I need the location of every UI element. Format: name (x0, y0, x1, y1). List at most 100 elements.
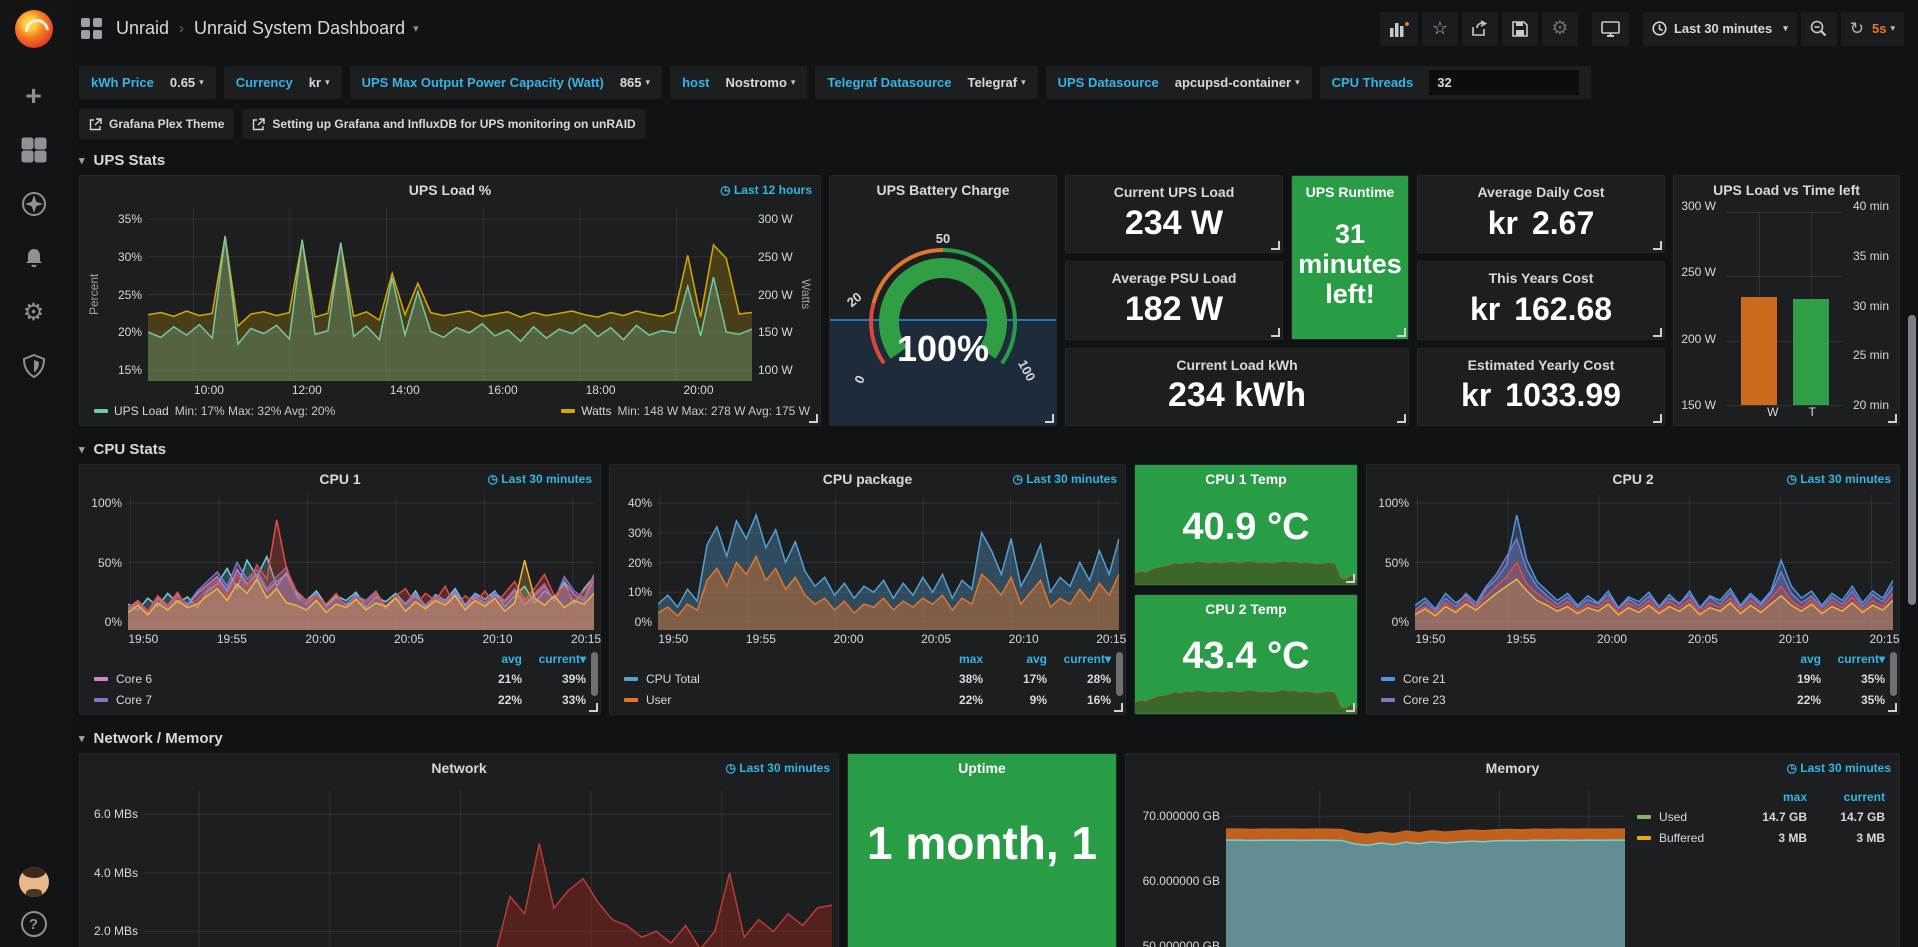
alerting-bell-icon[interactable] (14, 238, 54, 278)
panel-title[interactable]: UPS Runtime (1306, 184, 1395, 200)
time-range-picker[interactable]: Last 30 minutes ▾ (1643, 12, 1797, 46)
variable-value[interactable]: kr (309, 75, 321, 90)
link-grafana-influxdb-ups[interactable]: Setting up Grafana and InfluxDB for UPS … (242, 109, 645, 139)
panel-estimated-yearly-cost[interactable]: Estimated Yearly Cost kr1033.99 (1417, 348, 1665, 426)
panel-ups-runtime[interactable]: UPS Runtime 31 minutes left! (1291, 175, 1409, 340)
section-cpu-stats[interactable]: ▾ CPU Stats (79, 434, 1900, 464)
bar-t[interactable] (1793, 299, 1829, 405)
bar-w[interactable] (1741, 297, 1777, 405)
section-network-memory[interactable]: ▾ Network / Memory (79, 723, 1900, 753)
panel-current-load-kwh[interactable]: Current Load kWh 234 kWh (1065, 348, 1409, 426)
panel-title[interactable]: UPS Load vs Time left (1713, 182, 1860, 198)
variable-currency[interactable]: Currency kr ▾ (224, 66, 342, 99)
legend-label[interactable]: CPU Total (624, 672, 919, 686)
panel-title[interactable]: CPU 2 (1612, 471, 1653, 487)
memory-chart[interactable] (1226, 790, 1625, 947)
network-chart[interactable] (144, 790, 832, 947)
variable-value[interactable]: apcupsd-container (1175, 75, 1291, 90)
legend-column-header[interactable]: max (919, 652, 983, 666)
panel-title[interactable]: UPS Load % (409, 182, 491, 198)
legend-label[interactable]: User (624, 693, 919, 707)
legend-label[interactable]: Core 6 (94, 672, 458, 686)
panel-title[interactable]: Memory (1486, 760, 1540, 776)
panel-average-psu-load[interactable]: Average PSU Load 182 W (1065, 261, 1283, 339)
breadcrumb-folder[interactable]: Unraid (116, 18, 169, 39)
variable-value[interactable]: 0.65 (170, 75, 195, 90)
link-grafana-plex-theme[interactable]: Grafana Plex Theme (79, 109, 234, 139)
variable-value[interactable]: 865 (620, 75, 642, 90)
legend-scrollbar[interactable] (1116, 652, 1123, 696)
apps-grid-icon[interactable] (81, 18, 102, 39)
grafana-logo-icon[interactable] (15, 10, 53, 48)
settings-gear-button[interactable]: ⚙ (1542, 12, 1578, 46)
legend-label[interactable]: Core 21 (1381, 672, 1757, 686)
cpu2-chart[interactable] (1415, 495, 1893, 630)
panel-title[interactable]: CPU 1 (319, 471, 360, 487)
panel-this-years-cost[interactable]: This Years Cost kr162.68 (1417, 261, 1665, 339)
dashboards-icon[interactable] (14, 130, 54, 170)
create-plus-icon[interactable]: + (14, 76, 54, 116)
cpu1-chart[interactable] (128, 495, 594, 630)
legend-label[interactable]: UPS Load (114, 404, 169, 418)
ups-load-chart[interactable] (148, 208, 752, 381)
server-admin-shield-icon[interactable] (14, 346, 54, 386)
legend-label[interactable]: Used (1637, 810, 1729, 824)
variable-telegraf-datasource[interactable]: Telegraf Datasource Telegraf ▾ (815, 66, 1037, 99)
panel-time-override[interactable]: ◷ Last 30 minutes (487, 472, 592, 486)
legend-label[interactable]: Core 7 (94, 693, 458, 707)
page-scrollbar[interactable] (1908, 200, 1916, 947)
share-button[interactable] (1462, 12, 1498, 46)
panel-current-ups-load[interactable]: Current UPS Load 234 W (1065, 175, 1283, 253)
variable-value[interactable]: Nostromo (726, 75, 787, 90)
variable-ups-datasource[interactable]: UPS Datasource apcupsd-container ▾ (1046, 66, 1312, 99)
panel-title[interactable]: Current UPS Load (1114, 184, 1235, 200)
cpu-package-chart[interactable] (658, 495, 1119, 630)
zoom-out-button[interactable] (1801, 12, 1837, 46)
ups-vs-time-bars[interactable] (1726, 212, 1843, 405)
refresh-button[interactable]: ↻ 5s ▾ (1841, 12, 1904, 46)
legend-column-header[interactable]: avg (458, 652, 522, 666)
legend-column-header[interactable]: avg (1757, 652, 1821, 666)
battery-gauge[interactable]: 0 20 50 100 100% (830, 204, 1056, 425)
panel-time-override[interactable]: ◷ Last 30 minutes (725, 761, 830, 775)
panel-time-override[interactable]: ◷ Last 30 minutes (1786, 472, 1891, 486)
panel-time-override[interactable]: ◷ Last 30 minutes (1012, 472, 1117, 486)
panel-title[interactable]: CPU 1 Temp (1205, 471, 1286, 487)
panel-time-override[interactable]: ◷ Last 12 hours (720, 183, 812, 197)
cycle-view-monitor-button[interactable] (1592, 12, 1629, 46)
legend-column-header[interactable]: max (1729, 790, 1807, 804)
variable-ups-max-output[interactable]: UPS Max Output Power Capacity (Watt) 865… (350, 66, 662, 99)
user-avatar[interactable] (19, 867, 49, 897)
refresh-interval[interactable]: 5s (1872, 21, 1886, 36)
legend-scrollbar[interactable] (591, 652, 598, 696)
save-button[interactable] (1502, 12, 1538, 46)
scrollbar-thumb[interactable] (1908, 315, 1916, 605)
page-title[interactable]: Unraid System Dashboard (194, 18, 405, 39)
legend-label[interactable]: Buffered (1637, 831, 1729, 845)
legend-label[interactable]: Core 23 (1381, 693, 1757, 707)
explore-compass-icon[interactable] (14, 184, 54, 224)
legend-column-header[interactable]: avg (983, 652, 1047, 666)
panel-cpu2-temp[interactable]: CPU 2 Temp 43.4 °C (1134, 594, 1358, 716)
legend-label[interactable]: Watts (581, 404, 611, 418)
panel-title[interactable]: Average Daily Cost (1477, 184, 1604, 200)
panel-title[interactable]: UPS Battery Charge (876, 182, 1009, 198)
panel-title[interactable]: CPU 2 Temp (1205, 601, 1286, 617)
panel-title[interactable]: Estimated Yearly Cost (1468, 357, 1615, 373)
panel-average-daily-cost[interactable]: Average Daily Cost kr2.67 (1417, 175, 1665, 253)
panel-title[interactable]: This Years Cost (1489, 270, 1594, 286)
legend-column-header[interactable]: current (1807, 790, 1885, 804)
panel-title[interactable]: CPU package (823, 471, 912, 487)
add-panel-button[interactable] (1380, 12, 1418, 46)
variable-host[interactable]: host Nostromo ▾ (670, 66, 807, 99)
title-caret-icon[interactable]: ▾ (413, 22, 419, 35)
panel-title[interactable]: Current Load kWh (1176, 357, 1297, 373)
panel-title[interactable]: Network (431, 760, 486, 776)
variable-kwh-price[interactable]: kWh Price 0.65 ▾ (79, 66, 216, 99)
help-icon[interactable]: ? (21, 911, 47, 937)
panel-cpu1-temp[interactable]: CPU 1 Temp 40.9 °C (1134, 464, 1358, 586)
star-button[interactable]: ☆ (1422, 12, 1458, 46)
configuration-gear-icon[interactable]: ⚙ (14, 292, 54, 332)
panel-time-override[interactable]: ◷ Last 30 minutes (1786, 761, 1891, 775)
section-ups-stats[interactable]: ▾ UPS Stats (79, 145, 1900, 175)
